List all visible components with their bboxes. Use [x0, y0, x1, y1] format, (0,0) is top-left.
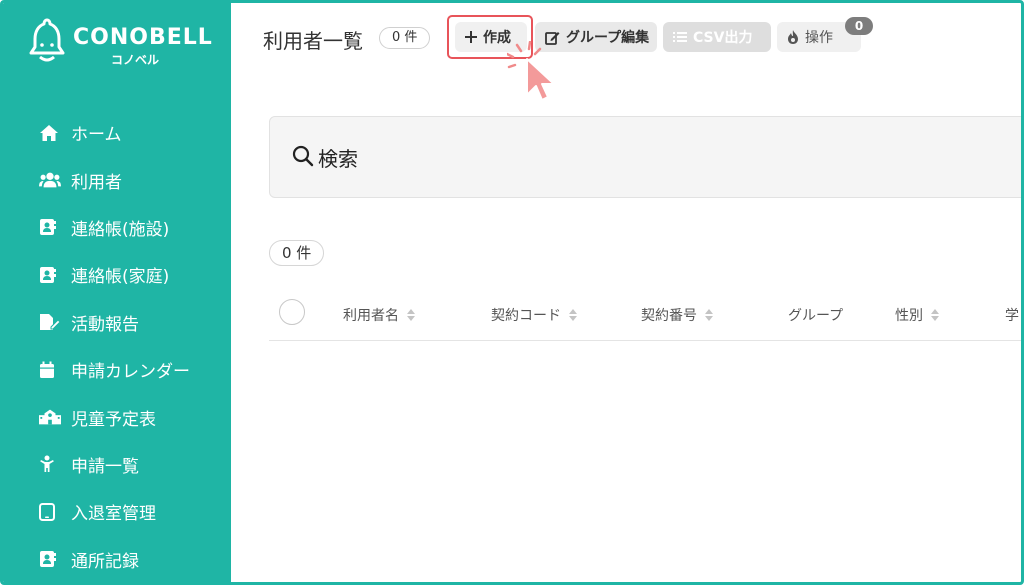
pointer-cursor-icon [505, 40, 577, 115]
sidebar-item-application-list[interactable]: 申請一覧 [3, 441, 231, 488]
contact-book-icon [39, 266, 61, 284]
result-count-badge: 0 件 [269, 240, 325, 266]
column-header-contract-code[interactable]: 契約コード [491, 305, 577, 325]
search-panel[interactable]: 検索 [269, 116, 1021, 198]
calendar-icon [39, 361, 61, 379]
group-edit-button-label: グループ編集 [566, 30, 650, 46]
fire-icon [787, 30, 799, 44]
sidebar-item-calendar[interactable]: 申請カレンダー [3, 346, 231, 393]
sidebar-item-label: 児童予定表 [71, 409, 156, 430]
report-edit-icon [39, 313, 61, 331]
user-count-badge: 0 件 [379, 27, 431, 49]
main-content: 利用者一覧 0 件 作成 グループ編集 CSV出力 操作 0 検索 0 件 利用… [231, 3, 1021, 582]
logo-text: CONOBELL [73, 25, 213, 50]
column-header-group: グループ [788, 308, 844, 324]
select-all-checkbox[interactable] [279, 299, 305, 325]
app-window: CONOBELL コノベル ホーム 利用者 連絡帳(施設) 連絡帳(家庭) 活動… [0, 0, 1024, 585]
list-icon [673, 31, 687, 43]
child-icon [39, 455, 61, 473]
sidebar-item-entry-exit[interactable]: 入退室管理 [3, 488, 231, 535]
home-icon [39, 124, 61, 142]
contact-book-icon [39, 218, 61, 236]
csv-export-button[interactable]: CSV出力 [663, 22, 771, 52]
sidebar-item-attendance-record[interactable]: 通所記録 [3, 536, 231, 582]
sidebar-item-label: 申請一覧 [71, 456, 139, 477]
operations-count-badge: 0 [845, 17, 873, 35]
sort-icon [931, 309, 939, 321]
page-title: 利用者一覧 [263, 29, 363, 53]
tablet-icon [39, 502, 61, 521]
sidebar-item-label: 入退室管理 [71, 504, 156, 525]
sidebar-item-child-schedule[interactable]: 児童予定表 [3, 393, 231, 440]
search-icon [292, 145, 314, 171]
sort-icon [407, 309, 415, 321]
table-header: 利用者名 契約コード 契約番号 グループ 性別 学 [269, 291, 1021, 341]
sort-icon [569, 309, 577, 321]
csv-export-button-label: CSV出力 [693, 30, 753, 46]
sidebar-item-contact-home[interactable]: 連絡帳(家庭) [3, 251, 231, 298]
sort-icon [705, 309, 713, 321]
column-header-gender[interactable]: 性別 [895, 305, 939, 325]
sidebar-item-label: 連絡帳(家庭) [71, 267, 170, 288]
sidebar-item-activity-report[interactable]: 活動報告 [3, 299, 231, 346]
sidebar-nav: ホーム 利用者 連絡帳(施設) 連絡帳(家庭) 活動報告 申請カレンダー 児童予… [3, 109, 231, 582]
column-header-grade[interactable]: 学 [1005, 305, 1019, 325]
logo-subtext: コノベル [111, 53, 160, 67]
sidebar-item-label: ホーム [71, 125, 122, 146]
column-header-contract-number[interactable]: 契約番号 [641, 305, 713, 325]
sidebar-item-label: 連絡帳(施設) [71, 219, 170, 240]
sidebar-item-users[interactable]: 利用者 [3, 156, 231, 203]
operations-button-label: 操作 [805, 30, 833, 46]
column-header-user-name[interactable]: 利用者名 [343, 305, 415, 325]
logo[interactable]: CONOBELL コノベル [25, 17, 215, 73]
sidebar-item-home[interactable]: ホーム [3, 109, 231, 156]
contact-book-icon [39, 550, 61, 568]
users-icon [39, 171, 61, 189]
sidebar-item-contact-facility[interactable]: 連絡帳(施設) [3, 204, 231, 251]
sidebar-item-label: 通所記録 [71, 551, 139, 572]
bell-logo-icon [29, 18, 65, 62]
sidebar-item-label: 活動報告 [71, 314, 139, 335]
search-panel-label: 検索 [318, 147, 358, 171]
sidebar: CONOBELL コノベル ホーム 利用者 連絡帳(施設) 連絡帳(家庭) 活動… [3, 3, 231, 582]
sidebar-item-label: 申請カレンダー [71, 362, 190, 383]
sidebar-item-label: 利用者 [71, 172, 122, 193]
school-icon [39, 408, 61, 426]
